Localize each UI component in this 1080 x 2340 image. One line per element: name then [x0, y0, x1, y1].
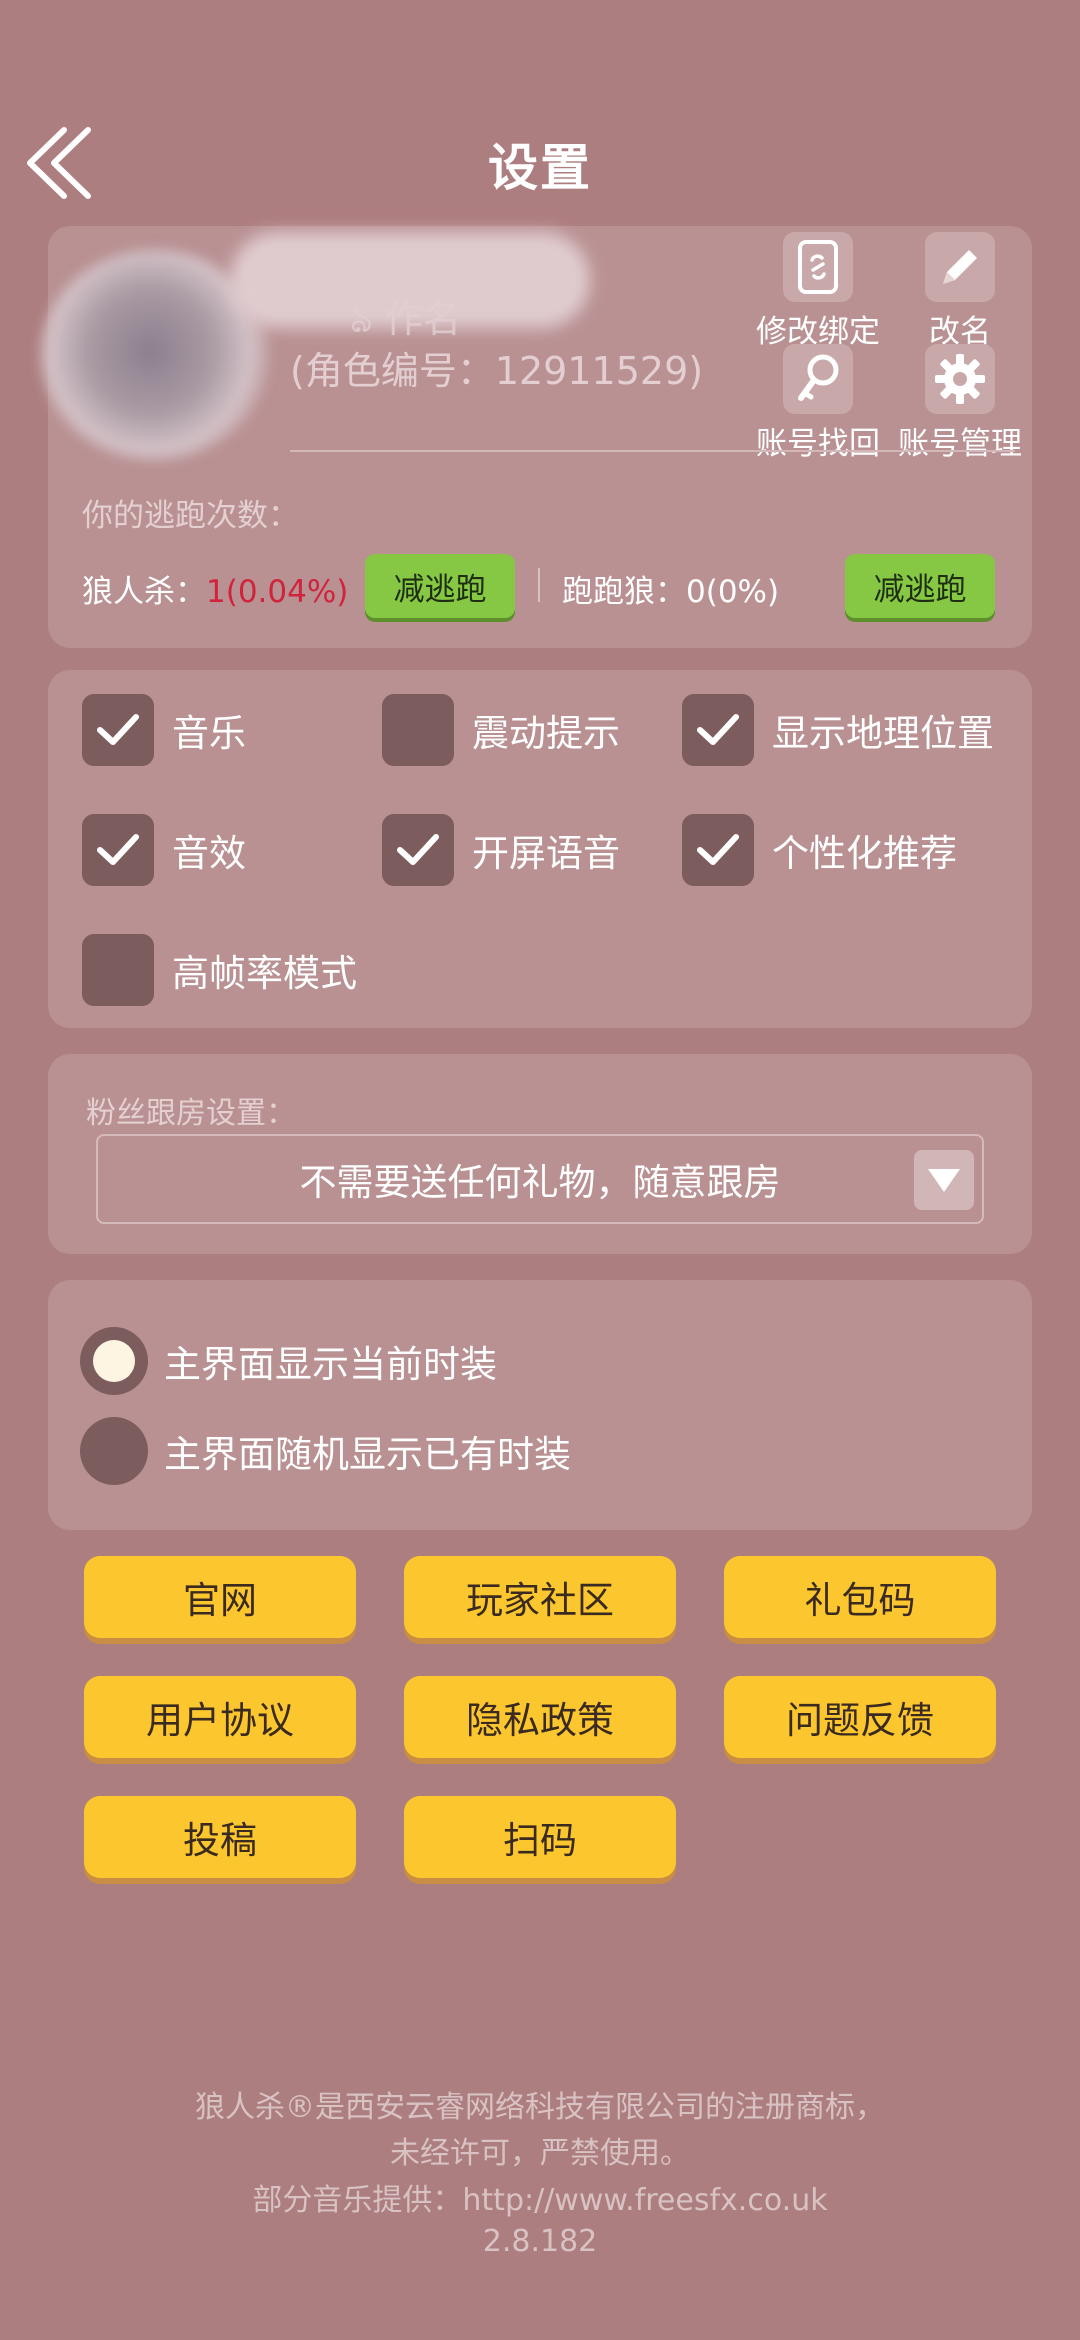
pencil-icon: [925, 232, 995, 302]
phone-bind-icon: [783, 232, 853, 302]
fans-follow-select[interactable]: 不需要送任何礼物，随意跟房: [96, 1134, 984, 1224]
option-vibration[interactable]: 震动提示: [382, 694, 620, 766]
fans-follow-title: 粉丝跟房设置：: [86, 1096, 296, 1131]
checkmark-icon: [97, 714, 139, 745]
gift-code-button[interactable]: 礼包码: [724, 1556, 996, 1638]
rename-button[interactable]: 改名: [880, 232, 1040, 351]
skin-random-label: 主界面随机显示已有时装: [164, 1433, 571, 1476]
fans-follow-value: 不需要送任何礼物，随意跟房: [299, 1161, 781, 1204]
checkmark-icon: [97, 834, 139, 865]
runner-escape-stat: 跑跑狼：0(0%): [562, 566, 779, 611]
checkmark-icon: [697, 834, 739, 865]
option-high-framerate[interactable]: 高帧率模式: [82, 934, 357, 1006]
high-framerate-checkbox[interactable]: [82, 934, 154, 1006]
runner-escape-value: 0(0%): [686, 574, 780, 610]
reduce-escape-werewolf-button[interactable]: 减逃跑: [365, 554, 515, 618]
account-management-label: 账号管理: [898, 426, 1022, 462]
sound-effects-label: 音效: [172, 832, 246, 875]
community-button[interactable]: 玩家社区: [404, 1556, 676, 1638]
key-icon: [783, 344, 853, 414]
footer-trademark: 狼人杀®是西安云睿网络科技有限公司的注册商标，: [195, 2090, 885, 2125]
modify-binding-button[interactable]: 修改绑定: [738, 232, 898, 351]
option-personalized[interactable]: 个性化推荐: [682, 814, 957, 886]
official-site-button[interactable]: 官网: [84, 1556, 356, 1638]
werewolf-escape-stat: 狼人杀：1(0.04%): [82, 566, 348, 611]
skin-option-current[interactable]: 主界面显示当前时装: [80, 1327, 497, 1395]
splash-voice-label: 开屏语音: [472, 832, 620, 875]
privacy-policy-button[interactable]: 隐私政策: [404, 1676, 676, 1758]
vibration-label: 震动提示: [472, 712, 620, 755]
personalized-checkbox[interactable]: [682, 814, 754, 886]
sound-effects-checkbox[interactable]: [82, 814, 154, 886]
vibration-checkbox[interactable]: [382, 694, 454, 766]
page-title: 设置: [488, 139, 592, 197]
account-recovery-label: 账号找回: [756, 426, 880, 462]
user-agreement-button[interactable]: 用户协议: [84, 1676, 356, 1758]
account-management-button[interactable]: 账号管理: [880, 344, 1040, 463]
skin-current-label: 主界面显示当前时装: [164, 1343, 497, 1386]
option-music[interactable]: 音乐: [82, 694, 246, 766]
feedback-button[interactable]: 问题反馈: [724, 1676, 996, 1758]
escape-count-title: 你的逃跑次数：: [82, 498, 299, 534]
skin-option-random[interactable]: 主界面随机显示已有时装: [80, 1417, 571, 1485]
account-recovery-button[interactable]: 账号找回: [738, 344, 898, 463]
music-label: 音乐: [172, 712, 246, 755]
footer-music-credit: 部分音乐提供：http://www.freesfx.co.uk: [252, 2183, 828, 2218]
location-label: 显示地理位置: [772, 712, 994, 755]
scan-button[interactable]: 扫码: [404, 1796, 676, 1878]
dropdown-arrow-icon[interactable]: [914, 1150, 974, 1210]
werewolf-escape-label: 狼人杀：: [82, 574, 206, 610]
submission-button[interactable]: 投稿: [84, 1796, 356, 1878]
stat-separator: [538, 568, 540, 602]
splash-voice-checkbox[interactable]: [382, 814, 454, 886]
personalized-label: 个性化推荐: [772, 832, 957, 875]
option-splash-voice[interactable]: 开屏语音: [382, 814, 620, 886]
footer-restriction: 未经许可，严禁使用。: [390, 2136, 690, 2171]
skin-panel: [48, 1280, 1032, 1530]
skin-random-radio[interactable]: [80, 1417, 148, 1485]
gear-icon: [925, 344, 995, 414]
app-version: 2.8.182: [482, 2224, 598, 2259]
name-redaction: [230, 232, 590, 328]
location-checkbox[interactable]: [682, 694, 754, 766]
reduce-escape-runner-button[interactable]: 减逃跑: [845, 554, 995, 618]
checkmark-icon: [397, 834, 439, 865]
role-id: (角色编号：12911529): [290, 349, 704, 393]
option-location[interactable]: 显示地理位置: [682, 694, 994, 766]
option-sound-effects[interactable]: 音效: [82, 814, 246, 886]
profile-divider: [290, 450, 1015, 452]
runner-escape-label: 跑跑狼：: [562, 574, 686, 610]
high-framerate-label: 高帧率模式: [172, 952, 357, 995]
werewolf-escape-value: 1(0.04%): [206, 574, 349, 610]
music-checkbox[interactable]: [82, 694, 154, 766]
radio-selected-dot: [93, 1340, 135, 1382]
checkmark-icon: [697, 714, 739, 745]
skin-current-radio[interactable]: [80, 1327, 148, 1395]
